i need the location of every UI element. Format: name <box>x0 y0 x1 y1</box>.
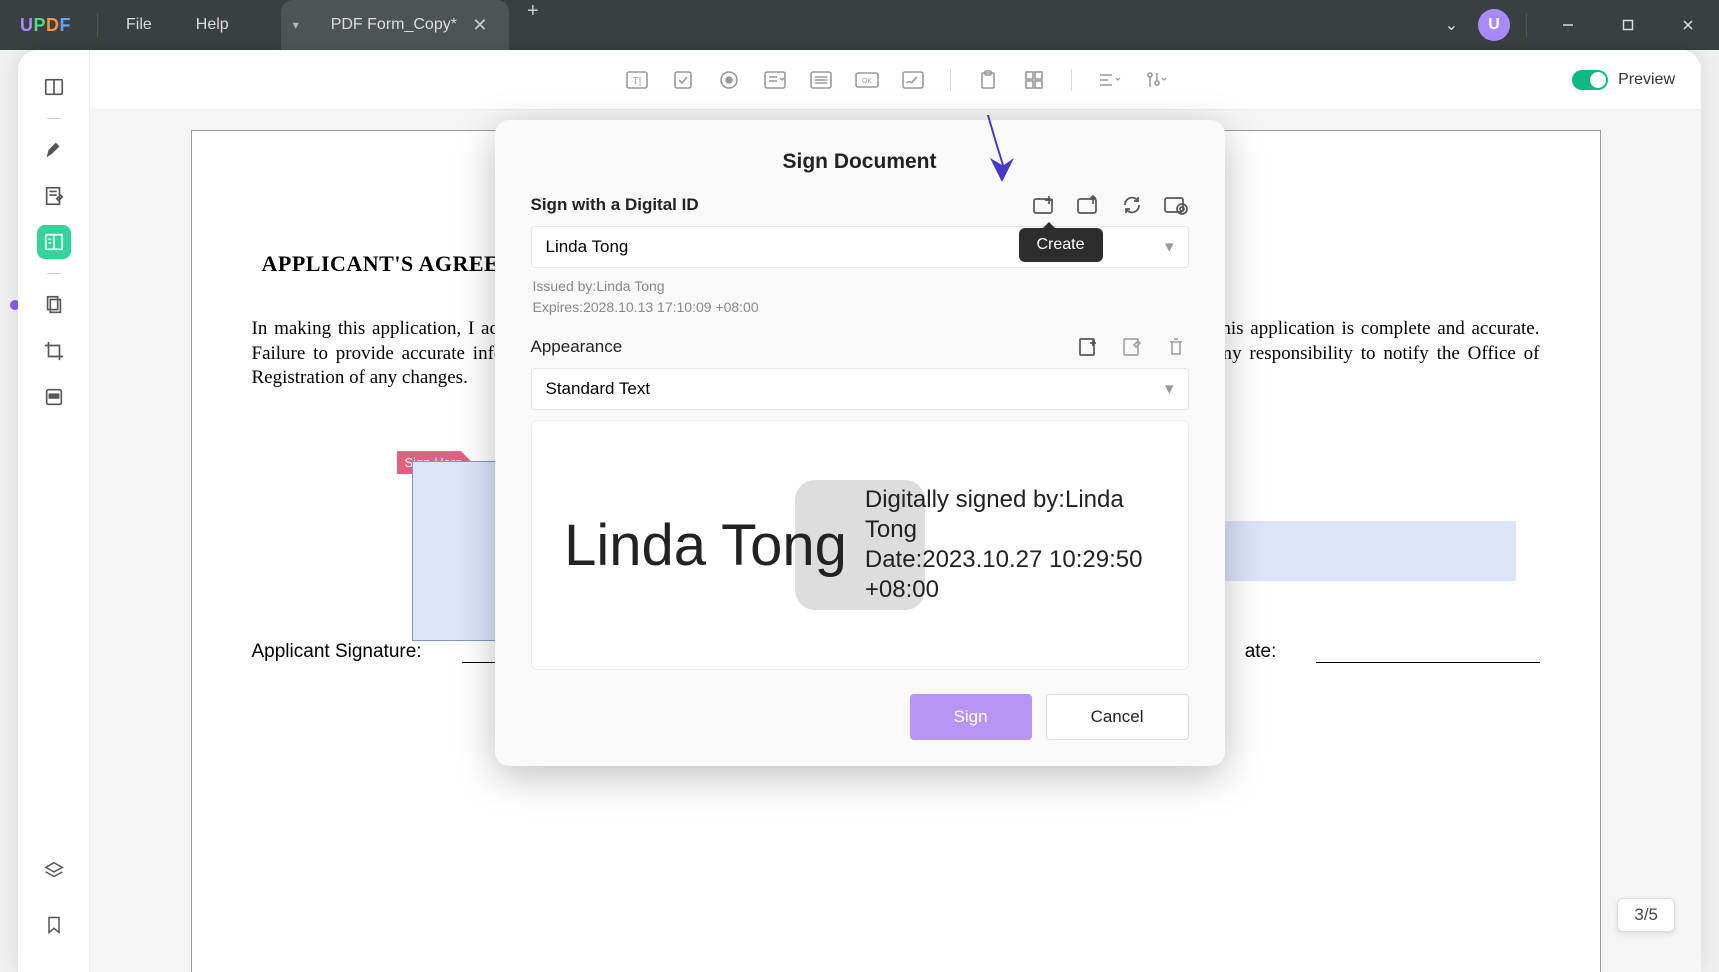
date-line <box>1316 643 1539 663</box>
import-id-icon[interactable] <box>1075 192 1101 218</box>
id-meta: Issued by:Linda Tong Expires:2028.10.13 … <box>531 276 1189 318</box>
signature-label: Applicant Signature: <box>252 641 422 663</box>
create-tooltip: Create <box>1019 228 1103 262</box>
selected-id-value: Linda Tong <box>546 237 629 257</box>
signature-preview: Linda Tong Digitally signed by:Linda Ton… <box>531 420 1189 670</box>
bookmark-icon[interactable] <box>37 908 71 942</box>
close-button[interactable] <box>1663 0 1713 50</box>
appearance-value: Standard Text <box>546 379 651 399</box>
id-action-icons: Create <box>1031 192 1189 218</box>
titlebar: UPDF File Help ▾ PDF Form_Copy* ✕ + ⌄ U <box>0 0 1719 50</box>
svg-text:OK: OK <box>861 78 871 85</box>
grid-icon[interactable] <box>1017 63 1051 97</box>
crop-icon[interactable] <box>37 334 71 368</box>
add-appearance-icon[interactable] <box>1075 334 1101 360</box>
preview-date: Date:2023.10.27 10:29:50 +08:00 <box>865 546 1143 603</box>
tab-dropdown[interactable]: ▾ <box>281 0 311 50</box>
menu-help[interactable]: Help <box>174 16 251 34</box>
create-id-icon[interactable]: Create <box>1031 192 1057 218</box>
view-id-icon[interactable] <box>1163 192 1189 218</box>
form-toolbar: T| OK Preview <box>90 50 1701 110</box>
page-indicator[interactable]: 3/5 <box>1617 898 1675 932</box>
add-tab-button[interactable]: + <box>509 0 557 50</box>
preview-meta: Digitally signed by:Linda Tong Date:2023… <box>865 485 1155 605</box>
button-icon[interactable]: OK <box>850 63 884 97</box>
app-logo: UPDF <box>0 15 91 36</box>
divider <box>1071 69 1072 91</box>
dialog-buttons: Sign Cancel <box>531 694 1189 740</box>
date-field[interactable] <box>1196 521 1516 581</box>
tab-title: PDF Form_Copy* <box>331 16 457 34</box>
appearance-select[interactable]: Standard Text ▾ <box>531 368 1189 410</box>
delete-appearance-icon[interactable] <box>1163 334 1189 360</box>
dropdown-icon[interactable] <box>758 63 792 97</box>
divider <box>97 13 98 37</box>
chevron-down-icon: ▾ <box>1165 237 1174 257</box>
refresh-id-icon[interactable] <box>1119 192 1145 218</box>
listbox-icon[interactable] <box>804 63 838 97</box>
checkbox-icon[interactable] <box>666 63 700 97</box>
preview-label: Preview <box>1618 71 1675 89</box>
svg-text:T|: T| <box>632 76 641 87</box>
preview-name: Linda Tong <box>564 512 847 579</box>
expires: Expires:2028.10.13 17:10:09 +08:00 <box>533 297 1189 318</box>
chevron-down-icon: ▾ <box>1165 379 1174 399</box>
dialog-title: Sign Document <box>531 150 1189 174</box>
preview-toggle[interactable] <box>1572 70 1608 90</box>
sign-button[interactable]: Sign <box>910 694 1032 740</box>
separator <box>47 118 61 119</box>
titlebar-right: ⌄ U <box>1435 0 1719 50</box>
form-icon[interactable] <box>37 225 71 259</box>
reader-icon[interactable] <box>37 70 71 104</box>
divider <box>950 69 951 91</box>
sign-with-label: Sign with a Digital ID <box>531 195 699 215</box>
layers-icon[interactable] <box>37 854 71 888</box>
issued-by: Issued by:Linda Tong <box>533 276 1189 297</box>
tools-icon[interactable] <box>1138 63 1172 97</box>
avatar[interactable]: U <box>1478 9 1510 41</box>
sign-document-dialog: Sign Document Sign with a Digital ID Cre… <box>495 120 1225 766</box>
toolbar-right: Preview <box>1572 70 1675 90</box>
radio-icon[interactable] <box>712 63 746 97</box>
document-tab[interactable]: PDF Form_Copy* ✕ <box>311 0 509 50</box>
divider <box>1526 13 1527 37</box>
annotation-arrow <box>972 110 1022 190</box>
cancel-button[interactable]: Cancel <box>1046 694 1189 740</box>
signature-icon[interactable] <box>896 63 930 97</box>
paste-icon[interactable] <box>971 63 1005 97</box>
edit-appearance-icon[interactable] <box>1119 334 1145 360</box>
edit-icon[interactable] <box>37 179 71 213</box>
left-sidebar <box>18 50 90 972</box>
menu-file[interactable]: File <box>104 16 174 34</box>
text-field-icon[interactable]: T| <box>620 63 654 97</box>
organize-icon[interactable] <box>37 288 71 322</box>
appearance-label: Appearance <box>531 337 623 357</box>
maximize-button[interactable] <box>1603 0 1653 50</box>
date-label: ate: <box>1245 641 1277 663</box>
appearance-action-icons <box>1075 334 1189 360</box>
separator <box>47 273 61 274</box>
tab-bar: ▾ PDF Form_Copy* ✕ + <box>281 0 557 50</box>
minimize-button[interactable] <box>1543 0 1593 50</box>
align-icon[interactable] <box>1092 63 1126 97</box>
close-icon[interactable]: ✕ <box>471 15 489 36</box>
preview-signed-by: Digitally signed by:Linda Tong <box>865 486 1124 543</box>
redact-icon[interactable] <box>37 380 71 414</box>
comment-icon[interactable] <box>37 133 71 167</box>
chevron-down-icon[interactable]: ⌄ <box>1435 15 1468 35</box>
